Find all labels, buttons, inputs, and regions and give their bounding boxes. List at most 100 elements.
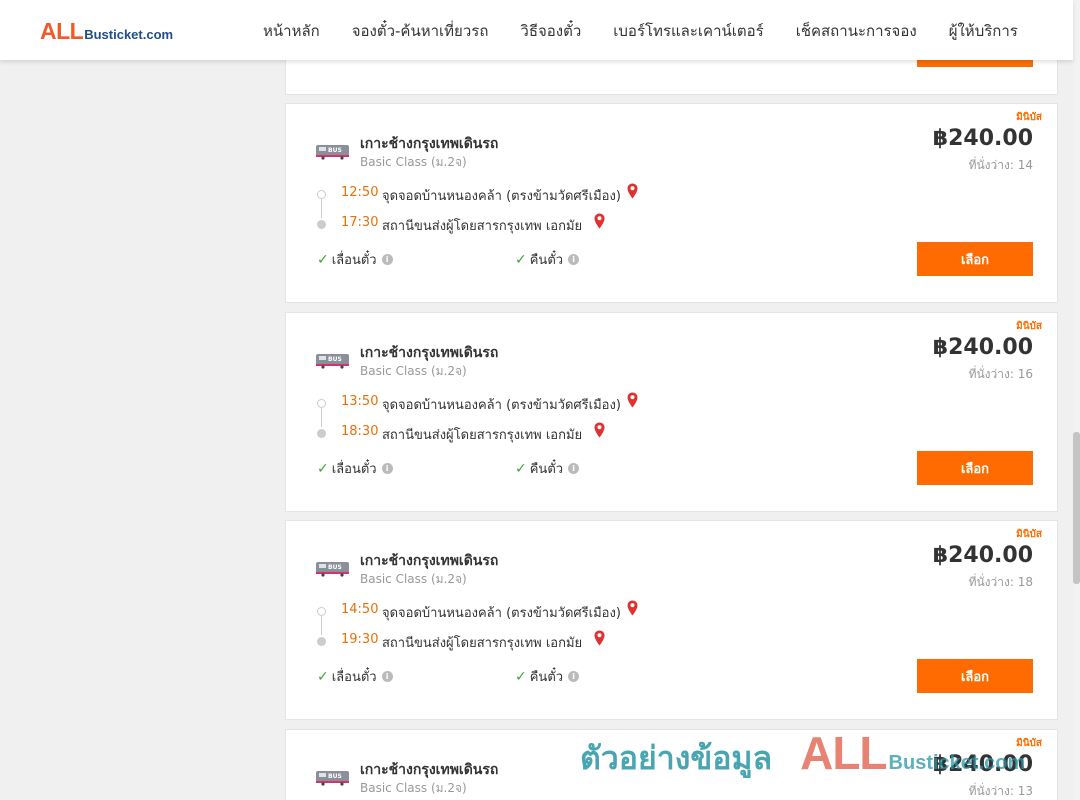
- arrival-dot-icon: [317, 429, 326, 438]
- info-icon[interactable]: i: [381, 254, 393, 265]
- vehicle-type-badge: มินิบัส: [1016, 738, 1042, 749]
- seats-available: ที่นั่งว่าง: 14: [968, 158, 1033, 172]
- map-pin-icon[interactable]: [627, 600, 638, 616]
- ticket-price: ฿240.00: [932, 752, 1033, 777]
- nav-book-search[interactable]: จองตั๋ว-ค้นหาเที่ยวรถ: [352, 19, 489, 43]
- departure-dot-icon: [317, 607, 326, 616]
- departure-dot-icon: [317, 399, 326, 408]
- departure-time: 14:50: [341, 602, 379, 617]
- ticket-price: ฿240.00: [932, 335, 1033, 360]
- trip-card: มินิบัส BUS เกาะช้างกรุงเทพเดินรถ Basic …: [285, 520, 1058, 720]
- departure-stop: จุดจอดบ้านหนองคล้า (ตรงข้ามวัดศรีเมือง): [382, 189, 621, 204]
- map-pin-icon[interactable]: [594, 422, 605, 438]
- map-pin-icon[interactable]: [627, 392, 638, 408]
- nav-how-to-book[interactable]: วิธีจองตั๋ว: [520, 19, 581, 43]
- departure-dot-icon: [317, 190, 326, 199]
- select-trip-button[interactable]: เลือก: [917, 242, 1033, 276]
- seats-available: ที่นั่งว่าง: 18: [968, 575, 1033, 589]
- ticket-price: ฿240.00: [932, 126, 1033, 151]
- check-icon: ✓: [515, 460, 527, 477]
- arrival-stop: สถานีขนส่งผู้โดยสารกรุงเทพ เอกมัย: [382, 428, 583, 443]
- main-nav: หน้าหลัก จองตั๋ว-ค้นหาเที่ยวรถ วิธีจองตั…: [263, 19, 1018, 43]
- arrival-dot-icon: [317, 637, 326, 646]
- departure-stop: จุดจอดบ้านหนองคล้า (ตรงข้ามวัดศรีเมือง): [382, 398, 621, 413]
- arrival-stop: สถานีขนส่งผู้โดยสารกรุงเทพ เอกมัย: [382, 636, 583, 651]
- check-icon: ✓: [515, 668, 527, 685]
- logo-domain-text: Busticket.com: [84, 27, 174, 42]
- bus-company-logo-icon: BUS: [316, 771, 349, 786]
- departure-time: 13:50: [341, 394, 379, 409]
- route-timeline-line: [321, 196, 322, 218]
- select-trip-button[interactable]: เลือก: [917, 659, 1033, 693]
- feature-label: คืนตั๋ว: [529, 253, 564, 268]
- departure-time: 12:50: [341, 185, 379, 200]
- feature-refund: ✓ คืนตั๋ว i: [515, 666, 580, 687]
- feature-reschedule: ✓ เลื่อนตั๋ว i: [317, 249, 393, 270]
- nav-home[interactable]: หน้าหลัก: [263, 19, 320, 43]
- info-icon[interactable]: i: [568, 254, 580, 265]
- company-name: เกาะช้างกรุงเทพเดินรถ: [360, 345, 499, 361]
- arrival-time: 19:30: [341, 632, 379, 647]
- route-timeline-line: [321, 405, 322, 427]
- feature-reschedule: ✓ เลื่อนตั๋ว i: [317, 458, 393, 479]
- arrival-stop: สถานีขนส่งผู้โดยสารกรุงเทพ เอกมัย: [382, 219, 583, 234]
- bus-company-logo-icon: BUS: [316, 145, 349, 160]
- check-icon: ✓: [515, 251, 527, 268]
- feature-label: เลื่อนตั๋ว: [331, 253, 377, 268]
- trip-card: มินิบัส BUS เกาะช้างกรุงเทพเดินรถ Basic …: [285, 312, 1058, 512]
- svg-text:BUS: BUS: [328, 773, 342, 780]
- feature-refund: ✓ คืนตั๋ว i: [515, 249, 580, 270]
- bus-class: Basic Class (ม.2จ): [360, 155, 467, 169]
- bus-company-logo-icon: BUS: [316, 562, 349, 577]
- feature-label: คืนตั๋ว: [529, 670, 564, 685]
- feature-refund: ✓ คืนตั๋ว i: [515, 458, 580, 479]
- check-icon: ✓: [317, 460, 329, 477]
- svg-text:BUS: BUS: [328, 147, 342, 154]
- feature-label: เลื่อนตั๋ว: [331, 462, 377, 477]
- feature-reschedule: ✓ เลื่อนตั๋ว i: [317, 666, 393, 687]
- departure-stop: จุดจอดบ้านหนองคล้า (ตรงข้ามวัดศรีเมือง): [382, 606, 621, 621]
- bus-company-logo-icon: BUS: [316, 354, 349, 369]
- arrival-time: 18:30: [341, 424, 379, 439]
- company-name: เกาะช้างกรุงเทพเดินรถ: [360, 136, 499, 152]
- nav-check-booking[interactable]: เช็คสถานะการจอง: [796, 19, 917, 43]
- vehicle-type-badge: มินิบัส: [1016, 529, 1042, 540]
- bus-class: Basic Class (ม.2จ): [360, 364, 467, 378]
- nav-phone-counters[interactable]: เบอร์โทรและเคาน์เตอร์: [613, 19, 763, 43]
- trip-card: มินิบัส BUS เกาะช้างกรุงเทพเดินรถ Basic …: [285, 103, 1058, 303]
- info-icon[interactable]: i: [568, 463, 580, 474]
- trip-card-partial-top: [285, 55, 1058, 95]
- vehicle-type-badge: มินิบัส: [1016, 321, 1042, 332]
- map-pin-icon[interactable]: [627, 183, 638, 199]
- company-name: เกาะช้างกรุงเทพเดินรถ: [360, 553, 499, 569]
- info-icon[interactable]: i: [568, 671, 580, 682]
- info-icon[interactable]: i: [381, 463, 393, 474]
- vehicle-type-badge: มินิบัส: [1016, 112, 1042, 123]
- select-trip-button[interactable]: เลือก: [917, 451, 1033, 485]
- site-logo[interactable]: ALL Busticket.com: [40, 18, 173, 45]
- arrival-dot-icon: [317, 220, 326, 229]
- arrival-time: 17:30: [341, 215, 379, 230]
- route-timeline-line: [321, 613, 322, 635]
- feature-label: เลื่อนตั๋ว: [331, 670, 377, 685]
- svg-text:BUS: BUS: [328, 564, 342, 571]
- page-scrollbar[interactable]: [1073, 0, 1080, 800]
- trip-card: มินิบัส BUS เกาะช้างกรุงเทพเดินรถ Basic …: [285, 729, 1058, 800]
- bus-class: Basic Class (ม.2จ): [360, 781, 467, 795]
- feature-label: คืนตั๋ว: [529, 462, 564, 477]
- check-icon: ✓: [317, 668, 329, 685]
- bus-class: Basic Class (ม.2จ): [360, 572, 467, 586]
- check-icon: ✓: [317, 251, 329, 268]
- seats-available: ที่นั่งว่าง: 13: [968, 784, 1033, 798]
- company-name: เกาะช้างกรุงเทพเดินรถ: [360, 762, 499, 778]
- seats-available: ที่นั่งว่าง: 16: [968, 367, 1033, 381]
- info-icon[interactable]: i: [381, 671, 393, 682]
- nav-operators[interactable]: ผู้ให้บริการ: [949, 19, 1018, 43]
- scrollbar-thumb[interactable]: [1073, 432, 1080, 584]
- svg-text:BUS: BUS: [328, 356, 342, 363]
- map-pin-icon[interactable]: [594, 213, 605, 229]
- map-pin-icon[interactable]: [594, 630, 605, 646]
- ticket-price: ฿240.00: [932, 543, 1033, 568]
- logo-all-text: ALL: [40, 18, 84, 44]
- site-header: ALL Busticket.com หน้าหลัก จองตั๋ว-ค้นหา…: [0, 0, 1073, 60]
